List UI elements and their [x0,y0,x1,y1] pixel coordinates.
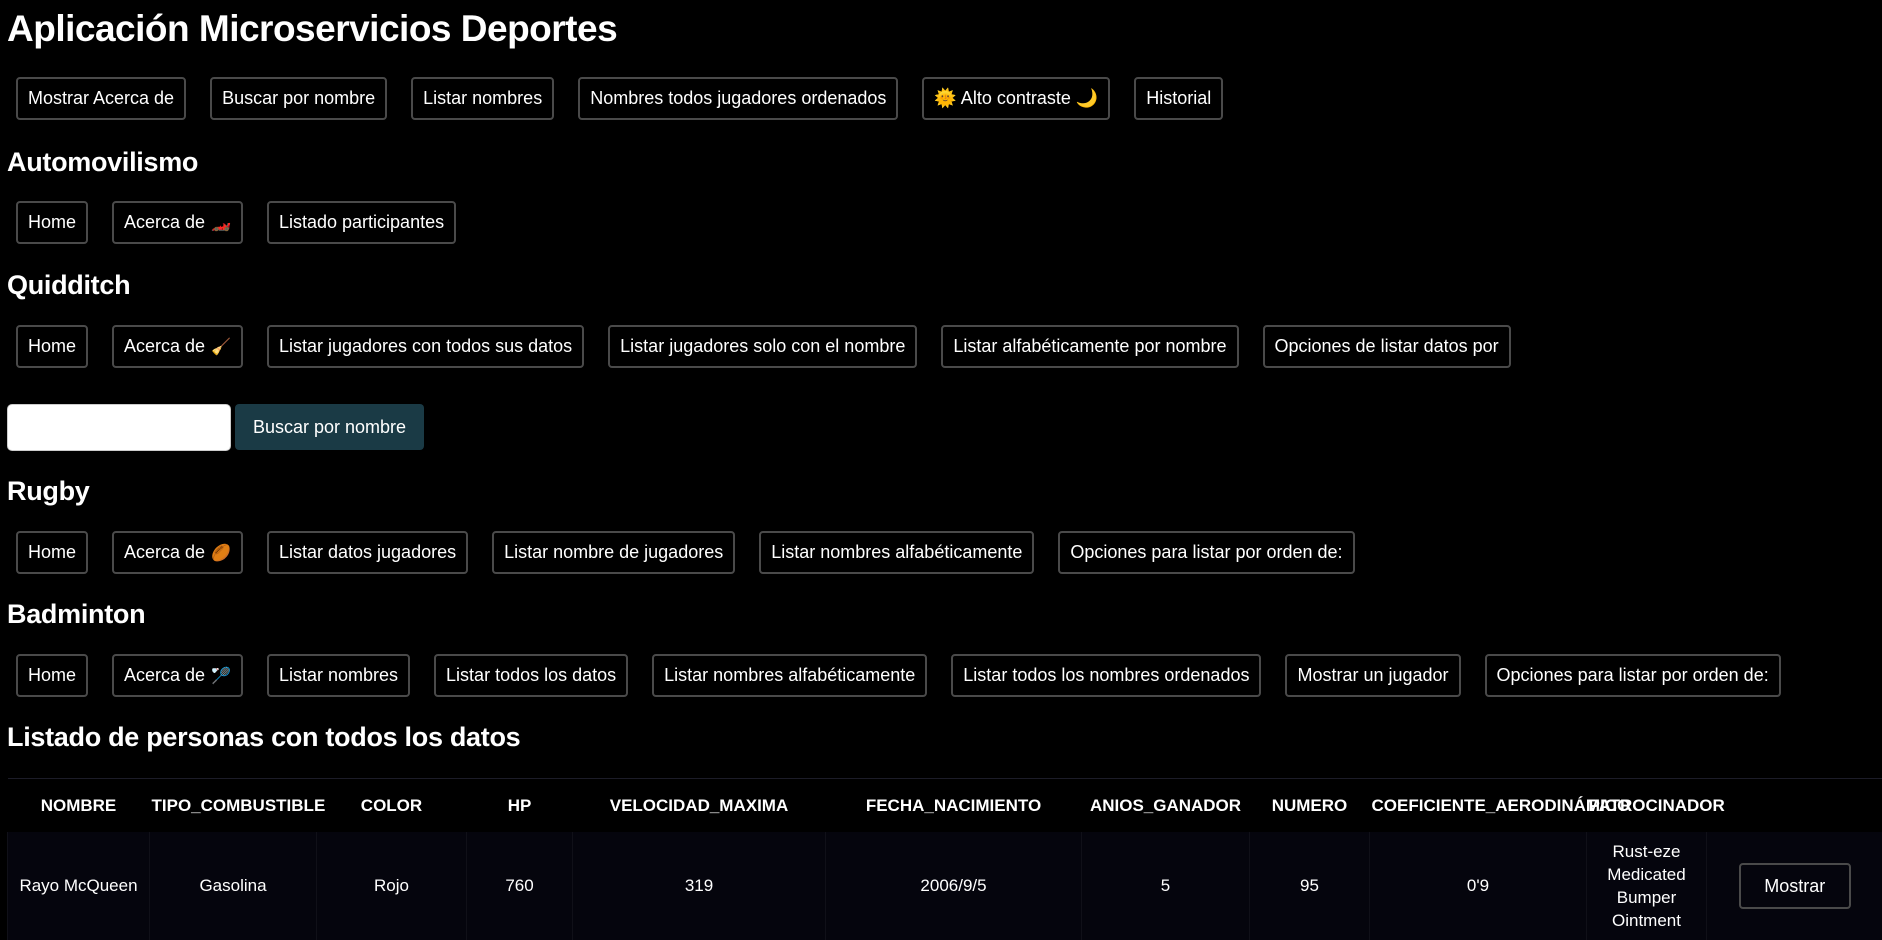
column-header: COEFICIENTE_AERODINÁMICO [1370,779,1587,833]
show-about-button[interactable]: Mostrar Acerca de [16,77,186,120]
sorted-players-button[interactable]: Nombres todos jugadores ordenados [578,77,898,120]
high-contrast-toggle[interactable]: 🌞 Alto contraste 🌙 [922,77,1110,120]
rugby-order-options-button[interactable]: Opciones para listar por orden de: [1058,531,1354,574]
section-title-quidditch: Quidditch [7,270,130,301]
column-header: FECHA_NACIMIENTO [826,779,1082,833]
listing-title: Listado de personas con todos los datos [7,722,520,753]
badminton-nav: Home Acerca de 🏸 Listar nombres Listar t… [16,654,1781,697]
show-player-button[interactable]: Mostrar [1739,863,1851,909]
section-title-automovilismo: Automovilismo [7,147,198,178]
badminton-list-names-button[interactable]: Listar nombres [267,654,410,697]
column-header: NUMERO [1250,779,1370,833]
players-table: NOMBRE TIPO_COMBUSTIBLE COLOR HP VELOCID… [7,778,1882,940]
section-title-badminton: Badminton [7,599,145,630]
table-cell: Rust-eze Medicated Bumper Ointment [1587,832,1707,940]
column-header: VELOCIDAD_MAXIMA [573,779,826,833]
quidditch-nav: Home Acerca de 🧹 Listar jugadores con to… [16,325,1511,368]
table-cell: Gasolina [150,832,317,940]
rugby-nav: Home Acerca de 🏉 Listar datos jugadores … [16,531,1355,574]
table-cell: 2006/9/5 [826,832,1082,940]
table-cell: 0'9 [1370,832,1587,940]
table-row: Rayo McQueen Gasolina Rojo 760 319 2006/… [8,832,1882,940]
table-cell: 319 [573,832,826,940]
column-header: PATROCINADOR [1587,779,1707,833]
table-cell: Rayo McQueen [8,832,150,940]
quidditch-about-button[interactable]: Acerca de 🧹 [112,325,243,368]
main-nav: Mostrar Acerca de Buscar por nombre List… [16,77,1223,120]
badminton-home-button[interactable]: Home [16,654,88,697]
rugby-list-alphabetical-button[interactable]: Listar nombres alfabéticamente [759,531,1034,574]
table-cell: 760 [467,832,573,940]
search-by-name-button[interactable]: Buscar por nombre [210,77,387,120]
column-header: COLOR [317,779,467,833]
about-label: Acerca de [124,542,205,563]
automovilismo-about-button[interactable]: Acerca de 🏎️ [112,201,243,244]
broom-icon: 🧹 [211,337,231,356]
quidditch-search-input[interactable] [7,404,231,451]
shuttlecock-icon: 🏸 [211,666,231,685]
automovilismo-home-button[interactable]: Home [16,201,88,244]
badminton-list-alphabetical-button[interactable]: Listar nombres alfabéticamente [652,654,927,697]
badminton-order-options-button[interactable]: Opciones para listar por orden de: [1485,654,1781,697]
column-header: NOMBRE [8,779,150,833]
rugby-list-data-button[interactable]: Listar datos jugadores [267,531,468,574]
about-label: Acerca de [124,336,205,357]
rugby-list-names-button[interactable]: Listar nombre de jugadores [492,531,735,574]
badminton-show-player-button[interactable]: Mostrar un jugador [1285,654,1460,697]
about-label: Acerca de [124,212,205,233]
badminton-list-sorted-button[interactable]: Listar todos los nombres ordenados [951,654,1261,697]
list-names-button[interactable]: Listar nombres [411,77,554,120]
about-label: Acerca de [124,665,205,686]
quidditch-list-names-button[interactable]: Listar jugadores solo con el nombre [608,325,917,368]
history-button[interactable]: Historial [1134,77,1223,120]
automovilismo-participants-button[interactable]: Listado participantes [267,201,456,244]
table-cell: Rojo [317,832,467,940]
table-header-row: NOMBRE TIPO_COMBUSTIBLE COLOR HP VELOCID… [8,779,1882,833]
rugby-ball-icon: 🏉 [211,543,231,562]
table-cell: 95 [1250,832,1370,940]
table-cell: 5 [1082,832,1250,940]
rugby-home-button[interactable]: Home [16,531,88,574]
race-car-icon: 🏎️ [211,213,231,232]
column-header: ANIOS_GANADOR [1082,779,1250,833]
quidditch-list-options-button[interactable]: Opciones de listar datos por [1263,325,1511,368]
quidditch-search-button[interactable]: Buscar por nombre [235,404,424,450]
badminton-list-all-data-button[interactable]: Listar todos los datos [434,654,628,697]
column-header: TIPO_COMBUSTIBLE [150,779,317,833]
section-title-rugby: Rugby [7,476,90,507]
automovilismo-nav: Home Acerca de 🏎️ Listado participantes [16,201,456,244]
page-title: Aplicación Microservicios Deportes [7,8,617,50]
table-action-cell: Mostrar [1707,832,1882,940]
quidditch-list-alphabetical-button[interactable]: Listar alfabéticamente por nombre [941,325,1238,368]
quidditch-home-button[interactable]: Home [16,325,88,368]
column-header [1707,779,1882,833]
quidditch-list-all-data-button[interactable]: Listar jugadores con todos sus datos [267,325,584,368]
rugby-about-button[interactable]: Acerca de 🏉 [112,531,243,574]
column-header: HP [467,779,573,833]
badminton-about-button[interactable]: Acerca de 🏸 [112,654,243,697]
